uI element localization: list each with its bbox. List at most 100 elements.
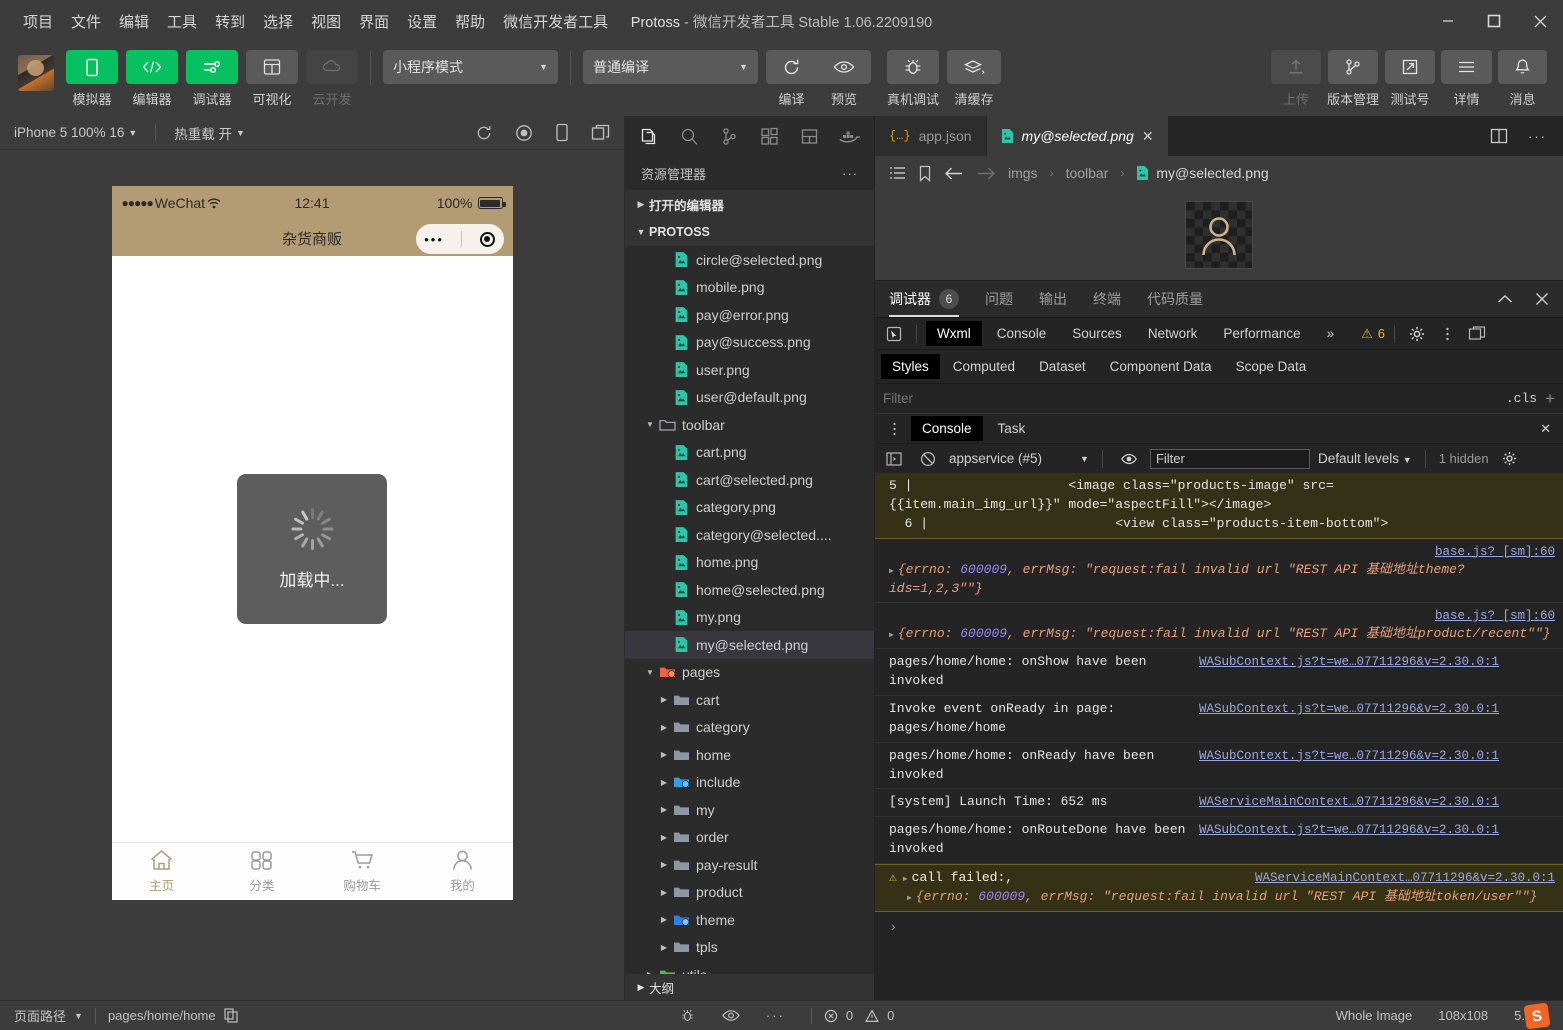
debugger-tab-output[interactable]: 输出 bbox=[1039, 281, 1067, 317]
ime-icon[interactable]: S bbox=[1523, 1001, 1551, 1030]
tree-folder-item[interactable]: ▼ pages bbox=[625, 659, 874, 687]
debugger-tab-code-quality[interactable]: 代码质量 bbox=[1147, 281, 1203, 317]
tree-folder-item[interactable]: ▶ tpls bbox=[625, 934, 874, 962]
status-bug-icon[interactable] bbox=[679, 1007, 696, 1024]
console-error-row[interactable]: base.js? [sm]:60 ▶ {errno: 600009, errMsg:… bbox=[875, 539, 1563, 604]
close-capsule-icon[interactable] bbox=[479, 231, 495, 247]
menu-item-select[interactable]: 选择 bbox=[254, 7, 302, 36]
section-open-editors[interactable]: ▶ 打开的编辑器 bbox=[625, 190, 874, 218]
inspect-element-icon[interactable] bbox=[881, 326, 907, 342]
console-code-snippet[interactable]: 5 | <image class="products-image" src= {… bbox=[875, 473, 1563, 539]
messages-button[interactable]: 消息 bbox=[1498, 50, 1547, 108]
debugger-tab-debugger[interactable]: 调试器 6 bbox=[889, 281, 959, 317]
wechat-capsule[interactable]: ••• bbox=[415, 224, 504, 254]
console-source-link[interactable]: base.js? [sm]:60 bbox=[899, 607, 1555, 625]
device-selector[interactable]: iPhone 5 100% 16 ▼ bbox=[14, 125, 137, 140]
copy-icon[interactable] bbox=[224, 1008, 238, 1023]
record-icon[interactable] bbox=[515, 124, 533, 142]
tree-file-item[interactable]: home.png bbox=[625, 549, 874, 577]
console-info-row[interactable]: [system] Launch Time: 652 ms WAServiceMai… bbox=[875, 789, 1563, 818]
console-tab-console[interactable]: Console bbox=[911, 416, 983, 441]
expand-arrow-icon[interactable]: ▶ bbox=[907, 894, 912, 903]
toolbar-visual-button[interactable]: 可视化 bbox=[246, 50, 298, 108]
back-icon[interactable] bbox=[944, 166, 964, 181]
preview-button[interactable]: 预览 bbox=[817, 50, 871, 108]
files-icon[interactable] bbox=[629, 116, 669, 156]
mobile-icon[interactable] bbox=[555, 123, 569, 142]
menu-item-tools[interactable]: 工具 bbox=[158, 7, 206, 36]
more-icon[interactable]: ··· bbox=[1528, 129, 1547, 144]
tree-folder-item[interactable]: ▼ toolbar bbox=[625, 411, 874, 439]
minimize-button[interactable] bbox=[1425, 0, 1471, 42]
toolbar-simulator-button[interactable]: 模拟器 bbox=[66, 50, 118, 108]
chevron-right-icon[interactable]: ▶ bbox=[657, 833, 671, 842]
forward-icon[interactable] bbox=[976, 166, 996, 181]
tab-home[interactable]: 主页 bbox=[112, 843, 212, 900]
chevron-right-icon[interactable]: ▶ bbox=[657, 723, 671, 732]
toolbar-editor-button[interactable]: 编辑器 bbox=[126, 50, 178, 108]
close-icon[interactable] bbox=[1535, 292, 1549, 306]
version-control-button[interactable]: 版本管理 bbox=[1327, 50, 1379, 108]
close-button[interactable] bbox=[1517, 0, 1563, 42]
expand-arrow-icon[interactable]: ▶ bbox=[889, 567, 894, 576]
tree-folder-item[interactable]: ▶ utils bbox=[625, 961, 874, 974]
devtools-tab-sources[interactable]: Sources bbox=[1061, 321, 1133, 346]
devtools-warning-indicator[interactable]: ⚠ 6 bbox=[1361, 326, 1385, 342]
maximize-button[interactable] bbox=[1471, 0, 1517, 42]
hot-reload-selector[interactable]: 热重载 开 ▼ bbox=[174, 123, 245, 143]
compile-select[interactable]: 普通编译 ▼ bbox=[583, 50, 758, 84]
console-source-link[interactable]: WAServiceMainContext…07711296&v=2.30.0:1 bbox=[1255, 869, 1555, 887]
menu-item-goto[interactable]: 转到 bbox=[206, 7, 254, 36]
devtools-overflow-button[interactable]: » bbox=[1316, 321, 1346, 346]
console-info-row[interactable]: pages/home/home: onShow have been invoke… bbox=[875, 649, 1563, 696]
tree-file-item[interactable]: category@selected.... bbox=[625, 521, 874, 549]
console-info-row[interactable]: Invoke event onReady in page: pages/home… bbox=[875, 696, 1563, 743]
menu-item-edit[interactable]: 编辑 bbox=[110, 7, 158, 36]
page-path-selector[interactable]: 页面路径 ▼ bbox=[14, 1006, 83, 1025]
search-icon[interactable] bbox=[669, 116, 709, 156]
window-icon[interactable] bbox=[591, 124, 610, 141]
breadcrumb-item-toolbar[interactable]: toolbar bbox=[1066, 165, 1109, 181]
error-count-indicator[interactable]: 0 bbox=[824, 1008, 853, 1023]
menu-item-interface[interactable]: 界面 bbox=[350, 7, 398, 36]
tree-folder-item[interactable]: ▶ home bbox=[625, 741, 874, 769]
debugger-tab-problems[interactable]: 问题 bbox=[985, 281, 1013, 317]
tab-my[interactable]: 我的 bbox=[412, 843, 512, 900]
eye-icon[interactable] bbox=[1116, 453, 1142, 465]
devtools-tab-performance[interactable]: Performance bbox=[1212, 321, 1311, 346]
devtools-tab-wxml[interactable]: Wxml bbox=[926, 321, 982, 346]
styles-tab-scope-data[interactable]: Scope Data bbox=[1225, 354, 1318, 379]
tree-folder-item[interactable]: ▶ order bbox=[625, 824, 874, 852]
debugger-tab-terminal[interactable]: 终端 bbox=[1093, 281, 1121, 317]
console-error-row[interactable]: base.js? [sm]:60 ▶ {errno: 600009, errMsg:… bbox=[875, 603, 1563, 650]
tree-folder-item[interactable]: ▶ cart bbox=[625, 686, 874, 714]
styles-filter-input[interactable] bbox=[883, 391, 1498, 406]
tree-file-item[interactable]: cart@selected.png bbox=[625, 466, 874, 494]
console-filter-input[interactable]: Filter bbox=[1149, 448, 1310, 469]
breadcrumb-item-file[interactable]: my@selected.png bbox=[1136, 165, 1269, 181]
outline-icon[interactable] bbox=[889, 166, 906, 181]
upload-button[interactable]: 上传 bbox=[1270, 50, 1321, 108]
clear-console-icon[interactable] bbox=[915, 451, 941, 467]
chevron-right-icon[interactable]: ▶ bbox=[657, 888, 671, 897]
console-prompt[interactable]: › bbox=[875, 912, 1563, 944]
console-output[interactable]: 5 | <image class="products-image" src= {… bbox=[875, 473, 1563, 1000]
mode-select[interactable]: 小程序模式 ▼ bbox=[383, 50, 558, 84]
tree-file-item[interactable]: cart.png bbox=[625, 439, 874, 467]
status-eye-icon[interactable] bbox=[722, 1009, 740, 1022]
tree-file-item[interactable]: my@selected.png bbox=[625, 631, 874, 659]
add-rule-button[interactable]: + bbox=[1545, 389, 1555, 409]
status-more-icon[interactable]: ··· bbox=[766, 1008, 785, 1023]
extensions-icon[interactable] bbox=[749, 116, 789, 156]
source-control-icon[interactable] bbox=[709, 116, 749, 156]
refresh-icon[interactable] bbox=[475, 124, 493, 142]
layout-icon[interactable] bbox=[789, 116, 829, 156]
expand-arrow-icon[interactable]: ▶ bbox=[903, 874, 908, 886]
tree-folder-item[interactable]: ▶ my bbox=[625, 796, 874, 824]
avatar[interactable] bbox=[18, 55, 54, 91]
menu-item-project[interactable]: 项目 bbox=[14, 7, 62, 36]
bookmark-icon[interactable] bbox=[918, 165, 932, 182]
clear-cache-button[interactable]: 清缓存 bbox=[947, 50, 1002, 108]
tree-file-item[interactable]: user.png bbox=[625, 356, 874, 384]
split-editor-icon[interactable] bbox=[1490, 128, 1508, 144]
